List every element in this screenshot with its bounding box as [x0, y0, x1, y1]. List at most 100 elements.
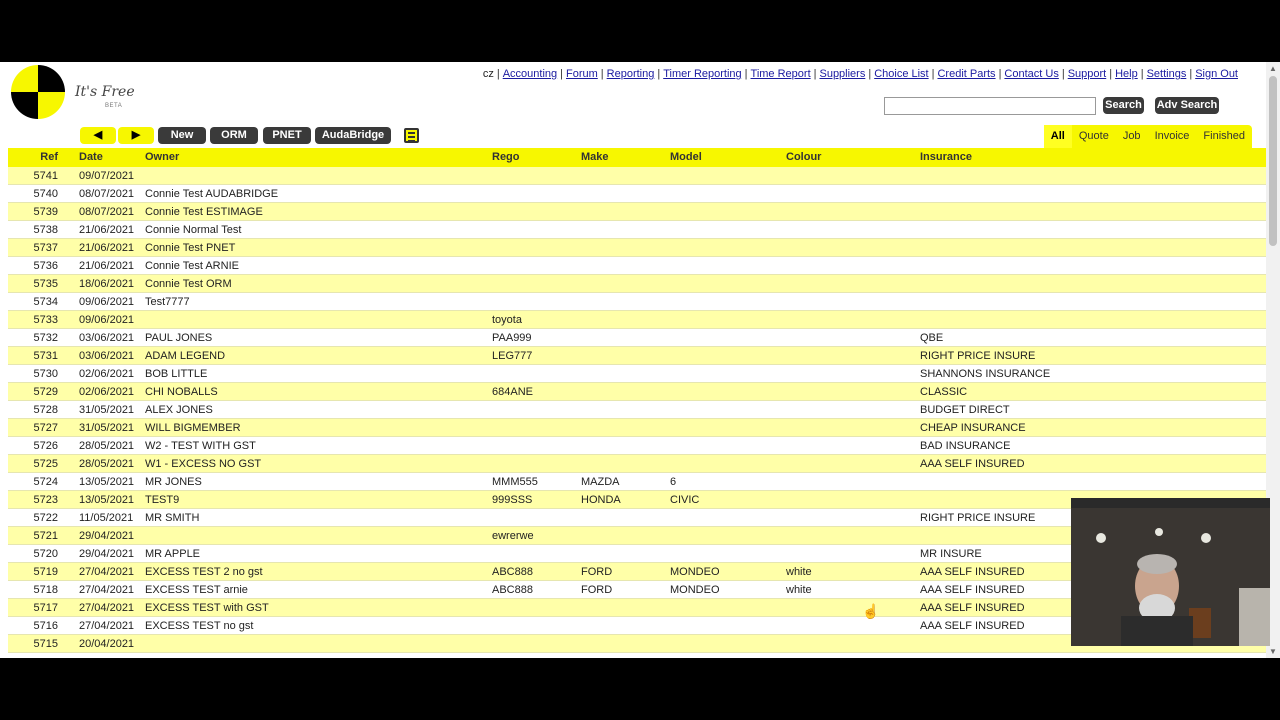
scroll-down-icon[interactable]: ▼ — [1269, 647, 1277, 656]
cell-owner: ADAM LEGEND — [145, 350, 226, 362]
cell-date: 21/06/2021 — [79, 260, 135, 272]
nav-link-contact-us[interactable]: Contact Us — [1004, 68, 1058, 80]
table-row[interactable]: 5737 21/06/2021 Connie Test PNET — [8, 239, 1266, 257]
table-row[interactable]: 5729 02/06/2021 CHI NOBALLS 684ANE CLASSIC — [8, 383, 1266, 401]
filter-invoice[interactable]: Invoice — [1148, 125, 1197, 148]
table-row[interactable]: 5741 09/07/2021 — [8, 167, 1266, 185]
scroll-thumb[interactable] — [1269, 76, 1277, 246]
adv-search-button[interactable]: Adv Search — [1155, 97, 1219, 114]
search-input[interactable] — [884, 97, 1096, 115]
cell-owner: W2 - TEST WITH GST — [145, 440, 256, 452]
table-row[interactable]: 5739 08/07/2021 Connie Test ESTIMAGE — [8, 203, 1266, 221]
search-button[interactable]: Search — [1103, 97, 1144, 114]
table-row[interactable]: 5727 31/05/2021 WILL BIGMEMBER CHEAP INSURA… — [8, 419, 1266, 437]
filter-quote[interactable]: Quote — [1072, 125, 1116, 148]
next-button[interactable]: ▶ — [118, 127, 154, 144]
table-row[interactable]: 5730 02/06/2021 BOB LITTLE SHANNONS INSURAN… — [8, 365, 1266, 383]
table-row[interactable]: 5733 09/06/2021 toyota — [8, 311, 1266, 329]
table-row[interactable]: 5724 13/05/2021 MR JONES MMM555 MAZDA 6 — [8, 473, 1266, 491]
audabridge-button[interactable]: AudaBridge — [315, 127, 391, 144]
cell-ref: 5739 — [33, 206, 58, 218]
cell-date: 28/05/2021 — [79, 458, 135, 470]
table-row[interactable]: 5735 18/06/2021 Connie Test ORM — [8, 275, 1266, 293]
cell-ref: 5735 — [33, 278, 58, 290]
header-insurance[interactable]: Insurance — [920, 148, 972, 167]
nav-link-settings[interactable]: Settings — [1147, 68, 1187, 80]
cell-rego: ewrerwe — [492, 530, 534, 542]
nav-link-time-report[interactable]: Time Report — [751, 68, 811, 80]
cell-ref: 5728 — [33, 404, 58, 416]
filter-all[interactable]: All — [1043, 125, 1072, 148]
cell-date: 03/06/2021 — [79, 332, 135, 344]
nav-link-forum[interactable]: Forum — [566, 68, 598, 80]
table-row[interactable]: 5731 03/06/2021 ADAM LEGEND LEG777 RIGHT PRI… — [8, 347, 1266, 365]
nav-separator: | — [813, 68, 817, 80]
table-row[interactable]: 5740 08/07/2021 Connie Test AUDABRIDGE — [8, 185, 1266, 203]
cell-rego: 684ANE — [492, 386, 533, 398]
nav-link-reporting[interactable]: Reporting — [607, 68, 655, 80]
cell-date: 31/05/2021 — [79, 422, 135, 434]
cell-ref: 5721 — [33, 530, 58, 542]
cell-date: 31/05/2021 — [79, 404, 135, 416]
orm-button[interactable]: ORM — [210, 127, 258, 144]
nav-link-timer-reporting[interactable]: Timer Reporting — [663, 68, 741, 80]
logo-icon[interactable] — [11, 65, 65, 119]
table-row[interactable]: 5725 28/05/2021 W1 - EXCESS NO GST AAA SELF… — [8, 455, 1266, 473]
nav-link-credit-parts[interactable]: Credit Parts — [937, 68, 995, 80]
header-model[interactable]: Model — [670, 148, 702, 167]
filter-finished[interactable]: Finished — [1196, 125, 1252, 148]
nav-link-help[interactable]: Help — [1115, 68, 1138, 80]
scroll-up-icon[interactable]: ▲ — [1269, 64, 1277, 73]
table-row[interactable]: 5732 03/06/2021 PAUL JONES PAA999 QBE — [8, 329, 1266, 347]
header-date[interactable]: Date — [79, 148, 103, 167]
cell-ref: 5717 — [33, 602, 58, 614]
table-row[interactable]: 5734 09/06/2021 Test7777 — [8, 293, 1266, 311]
nav-separator: | — [1189, 68, 1193, 80]
cell-insurance: AAA SELF INSURED — [920, 620, 1025, 632]
cell-insurance: AAA SELF INSURED — [920, 458, 1025, 470]
table-row[interactable]: 5738 21/06/2021 Connie Normal Test — [8, 221, 1266, 239]
table-row[interactable]: 5726 28/05/2021 W2 - TEST WITH GST BAD INSU… — [8, 437, 1266, 455]
webcam-overlay — [1071, 498, 1270, 646]
header-colour[interactable]: Colour — [786, 148, 821, 167]
cell-insurance: RIGHT PRICE INSURE — [920, 512, 1036, 524]
nav-link-suppliers[interactable]: Suppliers — [819, 68, 865, 80]
nav-link-accounting[interactable]: Accounting — [503, 68, 557, 80]
nav-link-support[interactable]: Support — [1068, 68, 1107, 80]
filter-job[interactable]: Job — [1116, 125, 1148, 148]
top-nav: cz | Accounting | Forum | Reporting | Timer Repo… — [483, 68, 1238, 80]
cell-date: 08/07/2021 — [79, 188, 135, 200]
nav-separator: | — [744, 68, 748, 80]
nav-separator: | — [560, 68, 563, 80]
header-ref[interactable]: Ref — [8, 148, 58, 167]
cell-date: 02/06/2021 — [79, 368, 135, 380]
cell-model: MONDEO — [670, 584, 720, 596]
cell-owner: MR APPLE — [145, 548, 201, 560]
header-make[interactable]: Make — [581, 148, 609, 167]
cell-ref: 5731 — [33, 350, 58, 362]
cell-ref: 5737 — [33, 242, 58, 254]
nav-separator: | — [1140, 68, 1144, 80]
cell-ref: 5732 — [33, 332, 58, 344]
new-button[interactable]: New — [158, 127, 206, 144]
list-grid-icon[interactable] — [404, 128, 419, 143]
prev-button[interactable]: ◀ — [80, 127, 116, 144]
cell-date: 08/07/2021 — [79, 206, 135, 218]
cell-owner: PAUL JONES — [145, 332, 213, 344]
pnet-button[interactable]: PNET — [263, 127, 311, 144]
cell-ref: 5720 — [33, 548, 58, 560]
nav-link-choice-list[interactable]: Choice List — [874, 68, 928, 80]
presenter-video-icon — [1071, 498, 1270, 646]
cell-owner: EXCESS TEST with GST — [145, 602, 269, 614]
header-owner[interactable]: Owner — [145, 148, 179, 167]
cell-ref: 5741 — [33, 170, 58, 182]
table-row[interactable]: 5728 31/05/2021 ALEX JONES BUDGET DIRECT — [8, 401, 1266, 419]
nav-link-sign-out[interactable]: Sign Out — [1195, 68, 1238, 80]
cell-date: 29/04/2021 — [79, 548, 135, 560]
cell-date: 09/07/2021 — [79, 170, 135, 182]
header-rego[interactable]: Rego — [492, 148, 520, 167]
cell-make: FORD — [581, 566, 613, 578]
table-row[interactable]: 5736 21/06/2021 Connie Test ARNIE — [8, 257, 1266, 275]
cell-owner: Connie Test PNET — [145, 242, 236, 254]
cell-ref: 5723 — [33, 494, 58, 506]
